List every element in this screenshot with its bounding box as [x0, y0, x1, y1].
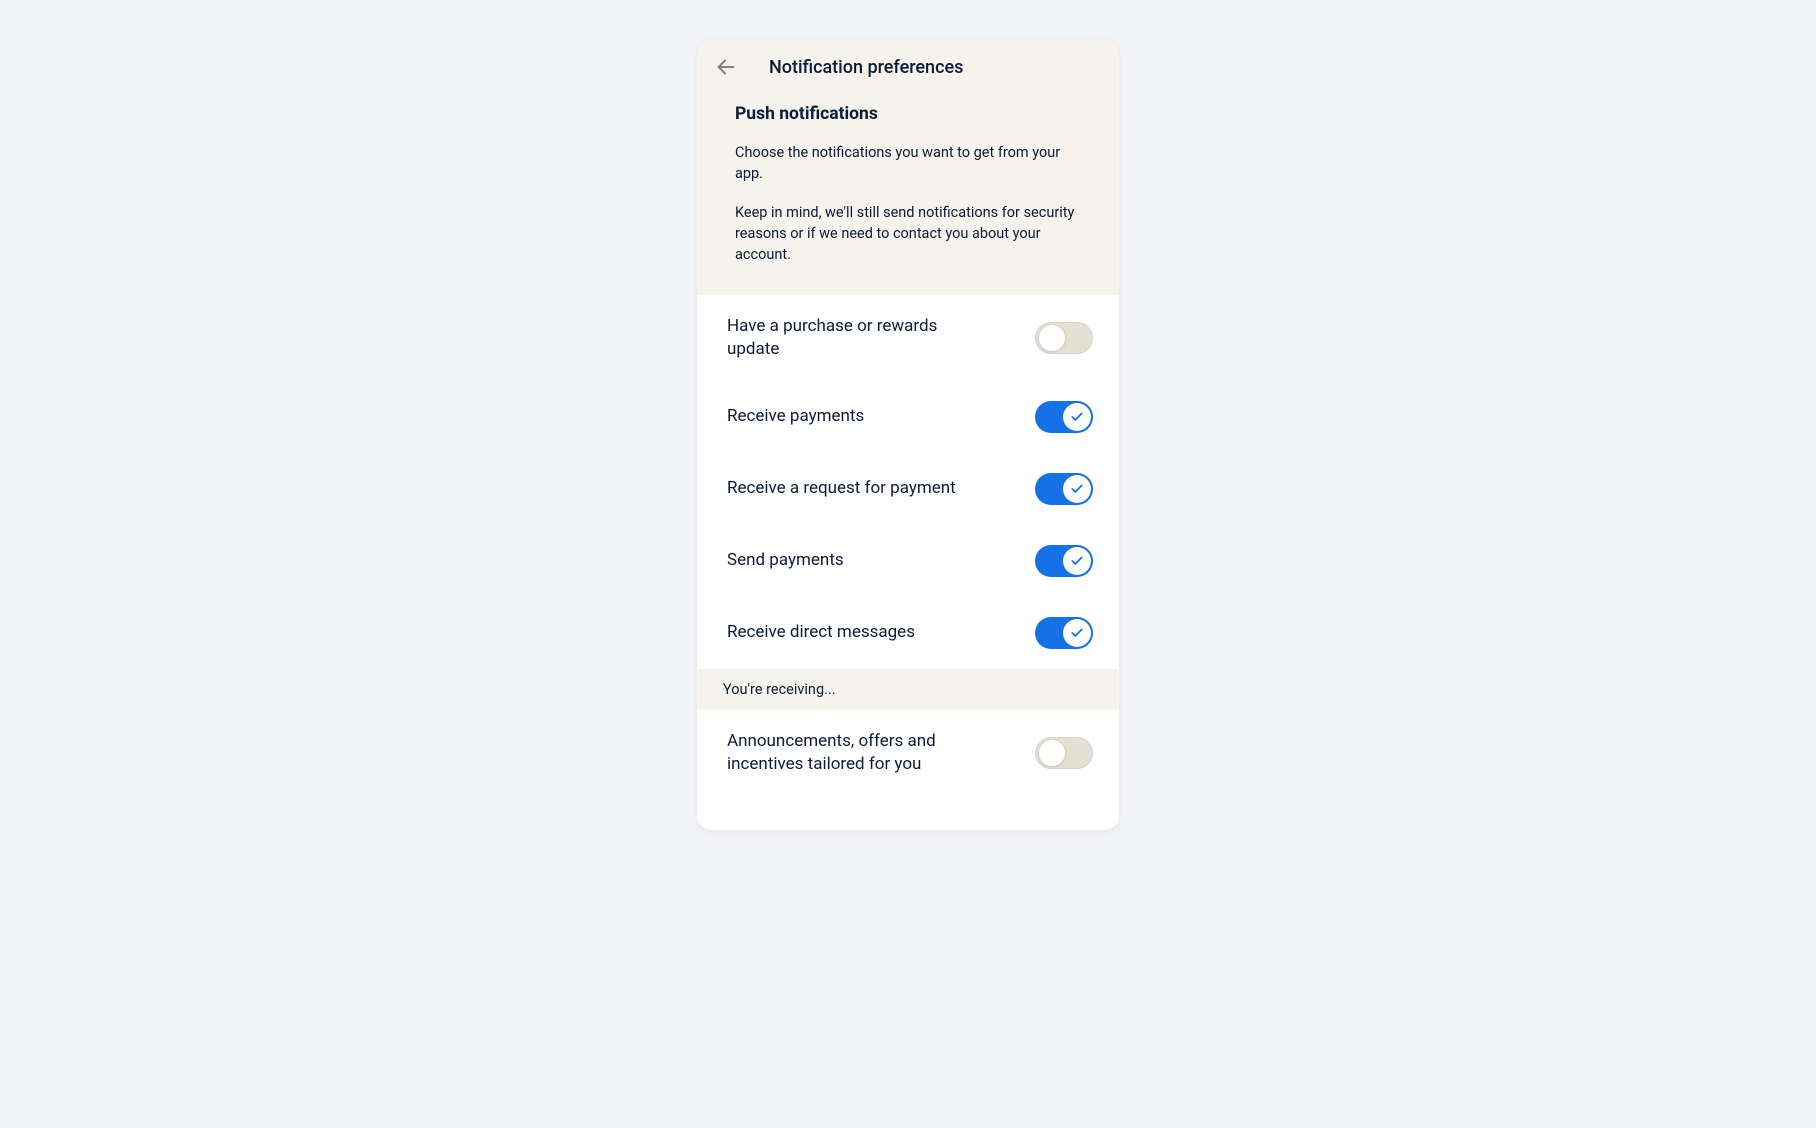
toggle-knob: [1063, 475, 1091, 503]
preferences-list: Have a purchase or rewards update Receiv…: [697, 295, 1119, 830]
intro-text-2: Keep in mind, we'll still send notificat…: [735, 202, 1081, 265]
page-title: Notification preferences: [755, 57, 963, 78]
toggle-announcements[interactable]: [1035, 737, 1093, 769]
toggle-receive-payments[interactable]: [1035, 401, 1093, 433]
list-subheader: You're receiving...: [697, 669, 1119, 710]
check-icon: [1070, 410, 1084, 424]
pref-label: Have a purchase or rewards update: [727, 315, 967, 361]
header-region: Notification preferences Push notificati…: [697, 40, 1119, 295]
section-title: Push notifications: [735, 104, 1101, 124]
pref-row-send-payments: Send payments: [697, 525, 1119, 597]
toggle-knob: [1038, 324, 1066, 352]
pref-label: Receive payments: [727, 405, 864, 428]
pref-row-receive-payments: Receive payments: [697, 381, 1119, 453]
check-icon: [1070, 626, 1084, 640]
toggle-knob: [1063, 619, 1091, 647]
toggle-receive-request[interactable]: [1035, 473, 1093, 505]
toggle-knob: [1063, 547, 1091, 575]
check-icon: [1070, 554, 1084, 568]
settings-screen: Notification preferences Push notificati…: [697, 40, 1119, 830]
intro-text-1: Choose the notifications you want to get…: [735, 142, 1081, 184]
toggle-send-payments[interactable]: [1035, 545, 1093, 577]
check-icon: [1070, 482, 1084, 496]
pref-row-purchase-rewards: Have a purchase or rewards update: [697, 295, 1119, 381]
toggle-purchase-rewards[interactable]: [1035, 322, 1093, 354]
pref-row-receive-request: Receive a request for payment: [697, 453, 1119, 525]
pref-label: Receive a request for payment: [727, 477, 956, 500]
pref-label: Receive direct messages: [727, 621, 915, 644]
title-row: Notification preferences: [715, 56, 1101, 78]
pref-label: Announcements, offers and incentives tai…: [727, 730, 967, 776]
back-arrow-icon[interactable]: [715, 56, 737, 78]
toggle-direct-messages[interactable]: [1035, 617, 1093, 649]
toggle-knob: [1038, 739, 1066, 767]
pref-row-direct-messages: Receive direct messages: [697, 597, 1119, 669]
pref-row-announcements: Announcements, offers and incentives tai…: [697, 710, 1119, 796]
pref-label: Send payments: [727, 549, 844, 572]
toggle-knob: [1063, 403, 1091, 431]
